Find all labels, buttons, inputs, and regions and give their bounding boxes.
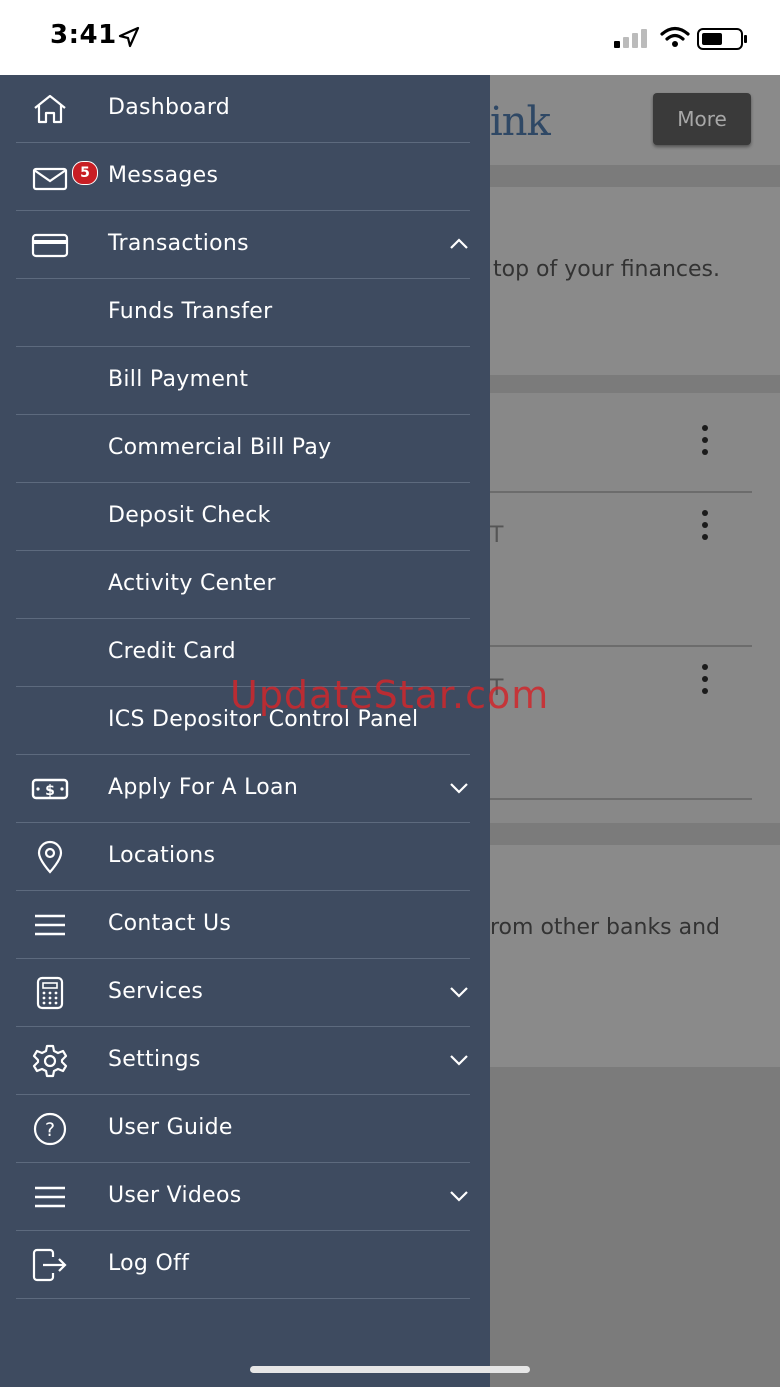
menu-item-messages[interactable]: 5 Messages — [16, 143, 470, 211]
account-menu-icon[interactable] — [700, 510, 710, 546]
account-menu-icon[interactable] — [700, 425, 710, 461]
mail-icon: 5 — [30, 159, 98, 195]
menu-item-user-videos[interactable]: User Videos — [16, 1163, 470, 1231]
credit-card-icon — [30, 227, 70, 263]
account-menu-icon[interactable] — [700, 664, 710, 700]
menu-item-label: Credit Card — [108, 639, 236, 664]
divider — [490, 798, 752, 800]
chevron-down-icon[interactable] — [448, 1051, 470, 1069]
promo-card: rom other banks and — [490, 845, 780, 1067]
status-bar: 3:41 — [0, 0, 780, 75]
menu-item-label: Locations — [108, 843, 216, 868]
menu-item-contact-us[interactable]: Contact Us — [16, 891, 470, 959]
gear-icon — [30, 1043, 70, 1079]
submenu-item-commercial-bill-pay[interactable]: Commercial Bill Pay — [16, 415, 470, 483]
submenu-item-bill-payment[interactable]: Bill Payment — [16, 347, 470, 415]
menu-item-dashboard[interactable]: Dashboard — [16, 75, 470, 143]
divider — [490, 645, 752, 647]
submenu-item-deposit-check[interactable]: Deposit Check — [16, 483, 470, 551]
intro-card: top of your finances. — [490, 187, 780, 375]
menu-item-label: Bill Payment — [108, 367, 249, 392]
submenu-item-funds-transfer[interactable]: Funds Transfer — [16, 279, 470, 347]
home-indicator[interactable] — [250, 1366, 530, 1373]
location-pin-icon — [30, 839, 70, 875]
unread-badge: 5 — [72, 161, 98, 185]
menu-item-label: Deposit Check — [108, 503, 271, 528]
menu-item-user-guide[interactable]: ? User Guide — [16, 1095, 470, 1163]
chevron-down-icon[interactable] — [448, 983, 470, 1001]
menu-item-label: Activity Center — [108, 571, 276, 596]
watermark: UpdateStar.com — [230, 673, 550, 717]
menu-item-label: Dashboard — [108, 95, 231, 120]
menu-item-label: Transactions — [108, 231, 249, 256]
menu-item-label: User Guide — [108, 1115, 233, 1140]
menu-item-label: Log Off — [108, 1251, 190, 1276]
calculator-icon — [30, 975, 70, 1011]
chevron-down-icon[interactable] — [448, 1187, 470, 1205]
menu-item-label: Funds Transfer — [108, 299, 273, 324]
menu-item-label: Services — [108, 979, 204, 1004]
account-row-text: T — [490, 523, 504, 548]
navigation-drawer: Dashboard 5 Messages Transactions Funds … — [0, 75, 490, 1387]
background-page: ink More top of your finances. T T rom o… — [490, 75, 780, 1387]
svg-text:$: $ — [45, 783, 55, 799]
menu-item-label: Settings — [108, 1047, 201, 1072]
menu-item-locations[interactable]: Locations — [16, 823, 470, 891]
menu-item-label: Commercial Bill Pay — [108, 435, 332, 460]
menu-item-log-off[interactable]: Log Off — [16, 1231, 470, 1299]
intro-text: top of your finances. — [493, 257, 721, 282]
svg-text:?: ? — [45, 1119, 55, 1141]
chevron-up-icon[interactable] — [448, 235, 470, 253]
dollar-bill-icon: $ — [30, 771, 70, 807]
status-time: 3:41 — [50, 20, 117, 50]
divider — [490, 491, 752, 493]
submenu-item-activity-center[interactable]: Activity Center — [16, 551, 470, 619]
menu-item-label: User Videos — [108, 1183, 242, 1208]
battery-icon — [697, 28, 747, 50]
more-button[interactable]: More — [653, 93, 751, 145]
promo-text: rom other banks and — [490, 915, 721, 940]
logout-icon — [30, 1247, 70, 1283]
help-circle-icon: ? — [30, 1111, 70, 1147]
hamburger-icon — [30, 907, 70, 943]
background-header: ink More — [490, 75, 780, 165]
menu-item-label: Contact Us — [108, 911, 232, 936]
menu-item-label: Messages — [108, 163, 219, 188]
menu-item-label: Apply For A Loan — [108, 775, 299, 800]
hamburger-icon — [30, 1179, 70, 1215]
cell-signal-icon — [614, 29, 647, 48]
menu-item-settings[interactable]: Settings — [16, 1027, 470, 1095]
chevron-down-icon[interactable] — [448, 779, 470, 797]
menu-item-services[interactable]: Services — [16, 959, 470, 1027]
menu-item-transactions[interactable]: Transactions — [16, 211, 470, 279]
home-icon — [30, 91, 70, 127]
menu-item-apply-for-loan[interactable]: $ Apply For A Loan — [16, 755, 470, 823]
wifi-icon — [660, 26, 690, 47]
location-arrow-icon — [118, 26, 140, 48]
accounts-card: T T — [490, 393, 780, 823]
bank-logo: ink — [490, 99, 551, 145]
